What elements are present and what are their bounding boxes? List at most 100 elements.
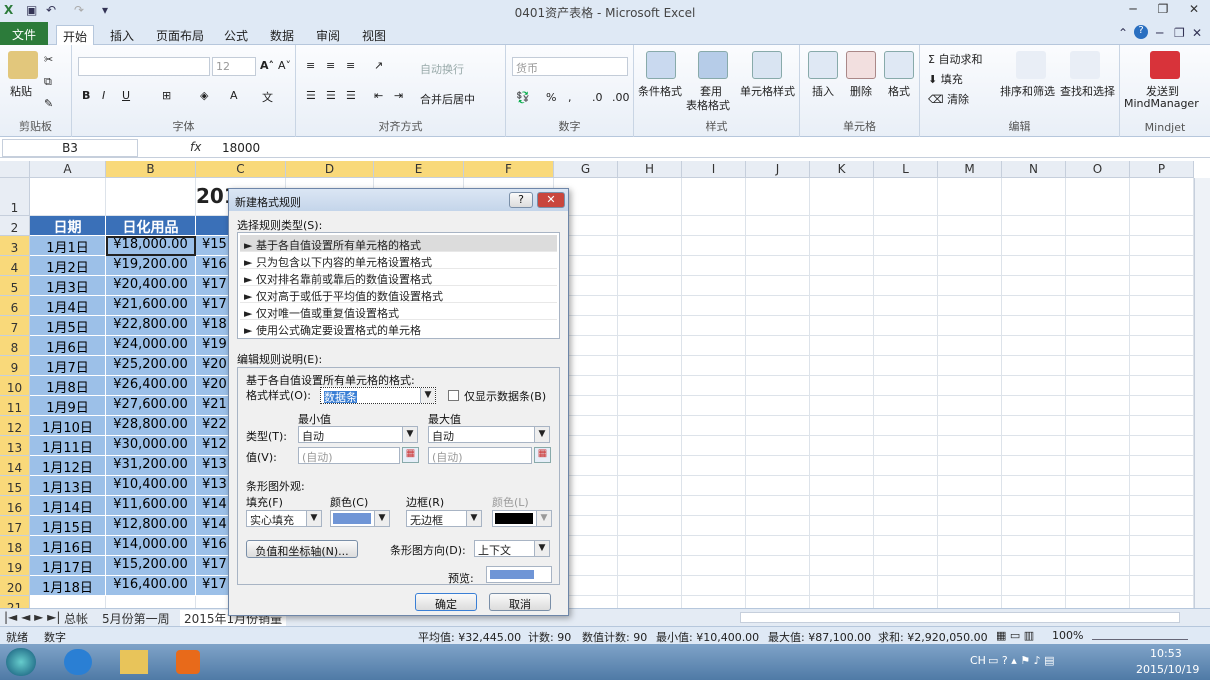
row-header[interactable]: 3 bbox=[0, 236, 30, 256]
orientation-icon[interactable]: ↗ bbox=[374, 59, 383, 72]
table-cell-value[interactable]: ¥27,600.00 bbox=[106, 396, 196, 416]
table-cell-date[interactable]: 1月13日 bbox=[30, 476, 106, 496]
column-header[interactable]: D bbox=[286, 161, 374, 178]
column-header[interactable]: H bbox=[618, 161, 682, 178]
paste-button[interactable]: 粘贴 bbox=[10, 83, 32, 99]
table-cell-date[interactable]: 1月17日 bbox=[30, 556, 106, 576]
min-type-select[interactable]: 自动 ▼ bbox=[298, 426, 418, 443]
table-cell-value[interactable]: ¥19,200.00 bbox=[106, 256, 196, 276]
row-header[interactable]: 9 bbox=[0, 356, 30, 376]
row-header[interactable]: 12 bbox=[0, 416, 30, 436]
decrease-decimal-icon[interactable]: .00 bbox=[612, 91, 630, 104]
sheet-nav-icon[interactable]: |◄ ◄ ► ►| bbox=[4, 610, 60, 624]
column-header[interactable]: G bbox=[554, 161, 618, 178]
ie-icon[interactable] bbox=[64, 649, 92, 675]
tab-view[interactable]: 视图 bbox=[356, 25, 392, 45]
bar-color-select[interactable]: ▼ bbox=[330, 510, 390, 527]
dialog-help-icon[interactable]: ? bbox=[509, 192, 533, 208]
indent-increase-icon[interactable]: ⇥ bbox=[394, 89, 403, 102]
fill-color-icon[interactable]: ◈ bbox=[200, 89, 208, 102]
input-language[interactable]: CH bbox=[970, 654, 986, 667]
tab-review[interactable]: 审阅 bbox=[310, 25, 346, 45]
bold-icon[interactable]: B bbox=[82, 89, 90, 102]
row-header[interactable]: 2 bbox=[0, 216, 30, 236]
range-select-icon[interactable]: ▦ bbox=[534, 447, 551, 463]
table-cell-date[interactable]: 1月15日 bbox=[30, 516, 106, 536]
column-header[interactable]: F bbox=[464, 161, 554, 178]
column-header[interactable]: N bbox=[1002, 161, 1066, 178]
align-top-icon[interactable]: ≡ bbox=[306, 59, 315, 72]
increase-decimal-icon[interactable]: .0 bbox=[592, 91, 603, 104]
row-header[interactable]: 8 bbox=[0, 336, 30, 356]
grow-font-icon[interactable]: A˄ bbox=[260, 59, 274, 72]
font-color-icon[interactable]: A bbox=[230, 89, 238, 102]
help-icon[interactable]: ? bbox=[1134, 25, 1148, 39]
table-cell-value[interactable]: ¥22,800.00 bbox=[106, 316, 196, 336]
insert-cells-icon[interactable] bbox=[808, 51, 838, 79]
format-cells-icon[interactable] bbox=[884, 51, 914, 79]
table-cell-date[interactable]: 1月8日 bbox=[30, 376, 106, 396]
font-name-combo[interactable] bbox=[78, 57, 210, 76]
min-value-input[interactable]: (自动) bbox=[298, 447, 400, 464]
zoom-level[interactable]: 100% bbox=[1052, 629, 1083, 642]
table-cell-value[interactable]: ¥10,400.00 bbox=[106, 476, 196, 496]
shrink-font-icon[interactable]: A˅ bbox=[278, 59, 291, 72]
explorer-icon[interactable] bbox=[120, 650, 148, 674]
column-header[interactable]: C bbox=[196, 161, 286, 178]
autosum-button[interactable]: Σ 自动求和 bbox=[928, 51, 982, 67]
table-cell-date[interactable]: 1月12日 bbox=[30, 456, 106, 476]
table-cell-value[interactable]: ¥18,000.00 bbox=[106, 236, 196, 256]
table-cell-value[interactable]: ¥26,400.00 bbox=[106, 376, 196, 396]
doc-minimize-icon[interactable]: ─ bbox=[1156, 26, 1163, 40]
table-cell-value[interactable]: ¥24,000.00 bbox=[106, 336, 196, 356]
tab-home[interactable]: 开始 bbox=[56, 25, 95, 46]
comma-icon[interactable]: , bbox=[568, 91, 572, 104]
copy-icon[interactable]: ⧉ bbox=[44, 75, 52, 89]
doc-restore-icon[interactable]: ❐ bbox=[1174, 26, 1185, 40]
align-right-icon[interactable]: ☰ bbox=[346, 89, 356, 102]
merge-center-button[interactable]: 合并后居中 bbox=[420, 91, 475, 107]
table-cell-date[interactable]: 1月3日 bbox=[30, 276, 106, 296]
header-cell-item[interactable]: 日化用品 bbox=[106, 216, 196, 236]
table-cell-value[interactable]: ¥12,800.00 bbox=[106, 516, 196, 536]
column-header[interactable]: L bbox=[874, 161, 938, 178]
normal-view-icon[interactable]: ▦ ▭ ▥ bbox=[996, 629, 1034, 642]
horizontal-scrollbar[interactable] bbox=[740, 612, 1180, 623]
row-header[interactable]: 17 bbox=[0, 516, 30, 536]
underline-icon[interactable]: U bbox=[122, 89, 130, 102]
paste-icon[interactable] bbox=[8, 51, 38, 79]
name-box[interactable]: B3 bbox=[2, 139, 138, 157]
fx-icon[interactable]: fx bbox=[190, 140, 201, 154]
list-item[interactable]: ► 仅对唯一值或重复值设置格式 bbox=[240, 303, 557, 320]
row-header[interactable]: 4 bbox=[0, 256, 30, 276]
table-cell-date[interactable]: 1月9日 bbox=[30, 396, 106, 416]
table-cell-date[interactable]: 1月1日 bbox=[30, 236, 106, 256]
negative-axis-button[interactable]: 负值和坐标轴(N)... bbox=[246, 540, 358, 558]
range-select-icon[interactable]: ▦ bbox=[402, 447, 419, 463]
percent-icon[interactable]: % bbox=[546, 91, 556, 104]
table-cell-value[interactable]: ¥14,000.00 bbox=[106, 536, 196, 556]
show-bar-only-checkbox[interactable] bbox=[448, 390, 459, 401]
mindmanager-icon[interactable] bbox=[1150, 51, 1180, 79]
vertical-scrollbar[interactable] bbox=[1194, 178, 1210, 608]
row-header[interactable]: 13 bbox=[0, 436, 30, 456]
font-size-combo[interactable]: 12 bbox=[212, 57, 256, 76]
phonetic-icon[interactable]: 文 bbox=[262, 89, 273, 105]
align-middle-icon[interactable]: ≡ bbox=[326, 59, 335, 72]
table-cell-date[interactable]: 1月16日 bbox=[30, 536, 106, 556]
border-select[interactable]: 无边框 ▼ bbox=[406, 510, 482, 527]
bar-direction-select[interactable]: 上下文 ▼ bbox=[474, 540, 550, 557]
table-cell-value[interactable]: ¥20,400.00 bbox=[106, 276, 196, 296]
start-icon[interactable] bbox=[6, 648, 36, 676]
list-item[interactable]: ► 只为包含以下内容的单元格设置格式 bbox=[240, 252, 557, 269]
clear-button[interactable]: ⌫ 清除 bbox=[928, 91, 969, 107]
table-cell-value[interactable]: ¥15,200.00 bbox=[106, 556, 196, 576]
tray-icons[interactable]: ▭ ? ▴ ⚑ ♪ ▤ bbox=[988, 654, 1055, 667]
indent-decrease-icon[interactable]: ⇤ bbox=[374, 89, 383, 102]
tab-file[interactable]: 文件 bbox=[0, 22, 48, 45]
row-header[interactable]: 7 bbox=[0, 316, 30, 336]
format-style-select[interactable]: 数据条 ▼ bbox=[320, 387, 436, 404]
number-format-combo[interactable]: 货币 bbox=[512, 57, 628, 76]
find-select-icon[interactable] bbox=[1070, 51, 1100, 79]
row-header[interactable]: 11 bbox=[0, 396, 30, 416]
